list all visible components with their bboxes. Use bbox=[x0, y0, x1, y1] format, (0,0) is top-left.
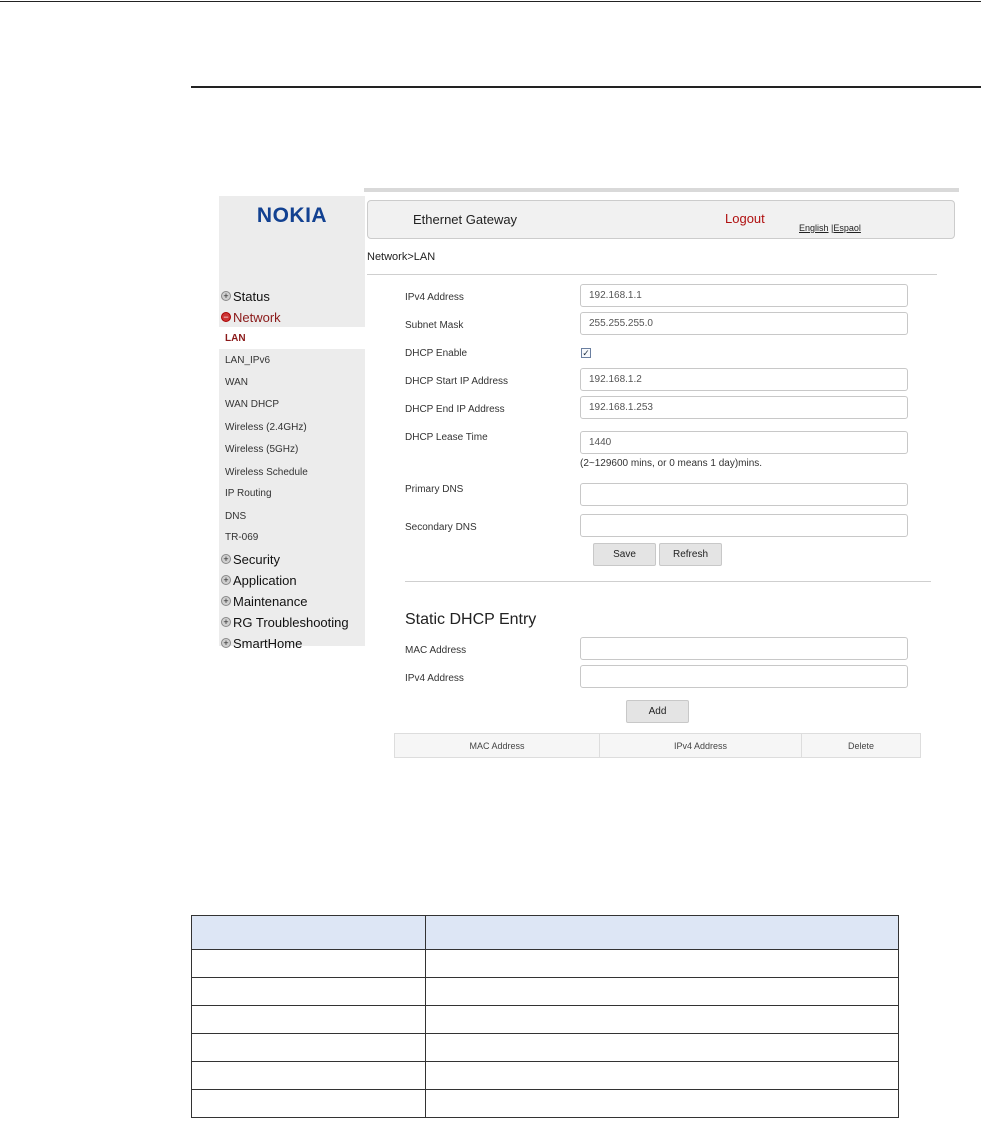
sidebar-section-security[interactable]: + Security bbox=[221, 549, 280, 569]
table-row bbox=[191, 1089, 899, 1118]
sidebar-section-label: SmartHome bbox=[233, 635, 303, 651]
table-cell bbox=[191, 1005, 426, 1034]
lease-time-label: DHCP Lease Time bbox=[405, 432, 488, 443]
document-table bbox=[191, 915, 899, 1118]
table-cell bbox=[191, 1061, 426, 1090]
section-divider bbox=[405, 581, 931, 582]
table-header-cell bbox=[191, 915, 426, 950]
sidebar-item-lan-ipv6[interactable]: LAN_IPv6 bbox=[219, 349, 365, 371]
add-button[interactable]: Add bbox=[626, 700, 689, 723]
secondary-dns-input[interactable] bbox=[580, 514, 908, 537]
table-cell bbox=[191, 1033, 426, 1062]
app-title: Ethernet Gateway bbox=[413, 212, 518, 227]
dhcp-enable-label: DHCP Enable bbox=[405, 348, 468, 359]
sidebar-section-application[interactable]: + Application bbox=[221, 570, 297, 590]
table-header-row bbox=[191, 915, 899, 950]
dhcp-start-input[interactable]: 192.168.1.2 bbox=[580, 368, 908, 391]
table-cell bbox=[425, 1061, 899, 1090]
column-header-mac: MAC Address bbox=[395, 734, 600, 757]
checkmark-icon: ✓ bbox=[582, 348, 590, 358]
sidebar-item-wan[interactable]: WAN bbox=[219, 371, 365, 393]
static-dhcp-table-header: MAC Address IPv4 Address Delete bbox=[394, 733, 921, 758]
static-ipv4-input[interactable] bbox=[580, 665, 908, 688]
plus-icon: + bbox=[221, 575, 231, 585]
table-cell bbox=[191, 977, 426, 1006]
breadcrumb: Network>LAN bbox=[367, 251, 436, 263]
page-top-rule bbox=[0, 1, 981, 2]
sidebar-item-wan-dhcp[interactable]: WAN DHCP bbox=[219, 393, 365, 415]
table-cell bbox=[425, 1005, 899, 1034]
sidebar-item-dns[interactable]: DNS bbox=[219, 505, 365, 527]
table-row bbox=[191, 949, 899, 978]
column-header-ipv4: IPv4 Address bbox=[600, 734, 802, 757]
plus-icon: + bbox=[221, 638, 231, 648]
document-header-rule bbox=[191, 86, 981, 88]
dhcp-end-label: DHCP End IP Address bbox=[405, 404, 505, 415]
table-cell bbox=[191, 949, 426, 978]
dhcp-end-input[interactable]: 192.168.1.253 bbox=[580, 396, 908, 419]
espanol-link[interactable]: Espaol bbox=[833, 223, 861, 233]
plus-icon: + bbox=[221, 617, 231, 627]
router-screenshot: NOKIA + Status − Network LAN LAN_IPv6 WA… bbox=[219, 188, 959, 763]
subnet-mask-label: Subnet Mask bbox=[405, 320, 464, 331]
plus-icon: + bbox=[221, 291, 231, 301]
sidebar-item-wireless-24[interactable]: Wireless (2.4GHz) bbox=[219, 416, 365, 438]
table-header-cell bbox=[425, 915, 899, 950]
ipv4-label: IPv4 Address bbox=[405, 292, 464, 303]
sidebar-item-wireless-schedule[interactable]: Wireless Schedule bbox=[219, 461, 365, 483]
lease-time-hint: (2~129600 mins, or 0 means 1 day)mins. bbox=[580, 458, 763, 469]
sidebar-section-status[interactable]: + Status bbox=[221, 286, 270, 306]
mac-address-label: MAC Address bbox=[405, 645, 467, 656]
sidebar-item-tr069[interactable]: TR-069 bbox=[219, 526, 365, 548]
sidebar-section-label: RG Troubleshooting bbox=[233, 614, 349, 630]
sidebar-item-ip-routing[interactable]: IP Routing bbox=[219, 482, 365, 504]
minus-icon: − bbox=[221, 312, 231, 322]
logout-link[interactable]: Logout bbox=[725, 211, 765, 226]
primary-dns-label: Primary DNS bbox=[405, 484, 464, 495]
table-row bbox=[191, 1033, 899, 1062]
app-header: Ethernet Gateway Logout English |Espaol bbox=[367, 200, 955, 239]
plus-icon: + bbox=[221, 596, 231, 606]
dhcp-enable-checkbox[interactable]: ✓ bbox=[581, 348, 591, 358]
table-row bbox=[191, 1005, 899, 1034]
table-cell bbox=[425, 949, 899, 978]
table-row bbox=[191, 977, 899, 1006]
table-cell bbox=[425, 1089, 899, 1118]
ipv4-address-input[interactable]: 192.168.1.1 bbox=[580, 284, 908, 307]
save-button[interactable]: Save bbox=[593, 543, 656, 566]
table-cell bbox=[425, 977, 899, 1006]
secondary-dns-label: Secondary DNS bbox=[405, 522, 477, 533]
sidebar-section-maintenance[interactable]: + Maintenance bbox=[221, 591, 307, 611]
sidebar-item-lan[interactable]: LAN bbox=[219, 327, 365, 349]
sidebar-section-label: Network bbox=[233, 309, 281, 325]
column-header-delete: Delete bbox=[847, 740, 874, 751]
primary-dns-input[interactable] bbox=[580, 483, 908, 506]
table-cell bbox=[425, 1033, 899, 1062]
table-cell bbox=[191, 1089, 426, 1118]
sidebar-section-label: Maintenance bbox=[233, 593, 308, 609]
lease-time-input[interactable]: 1440 bbox=[580, 431, 908, 454]
sidebar-section-label: Security bbox=[233, 551, 280, 567]
sidebar: NOKIA + Status − Network LAN LAN_IPv6 WA… bbox=[219, 196, 365, 651]
table-row bbox=[191, 1061, 899, 1090]
language-switcher: English |Espaol bbox=[799, 223, 861, 233]
plus-icon: + bbox=[221, 554, 231, 564]
sidebar-section-smarthome[interactable]: + SmartHome bbox=[221, 633, 302, 653]
sidebar-section-rg-troubleshooting[interactable]: + RG Troubleshooting bbox=[221, 612, 349, 632]
mac-address-input[interactable] bbox=[580, 637, 908, 660]
subnet-mask-input[interactable]: 255.255.255.0 bbox=[580, 312, 908, 335]
sidebar-section-label: Status bbox=[233, 288, 270, 304]
header-shadow-strip bbox=[364, 188, 959, 192]
sidebar-section-label: Application bbox=[233, 572, 297, 588]
static-dhcp-title: Static DHCP Entry bbox=[405, 611, 537, 628]
refresh-button[interactable]: Refresh bbox=[659, 543, 722, 566]
sidebar-section-network[interactable]: − Network bbox=[221, 307, 281, 327]
sidebar-item-wireless-5[interactable]: Wireless (5GHz) bbox=[219, 438, 365, 460]
nokia-logo: NOKIA bbox=[256, 204, 328, 227]
english-link[interactable]: English bbox=[799, 223, 829, 233]
dhcp-start-label: DHCP Start IP Address bbox=[405, 376, 509, 387]
breadcrumb-divider bbox=[367, 274, 937, 275]
static-ipv4-label: IPv4 Address bbox=[405, 673, 464, 684]
